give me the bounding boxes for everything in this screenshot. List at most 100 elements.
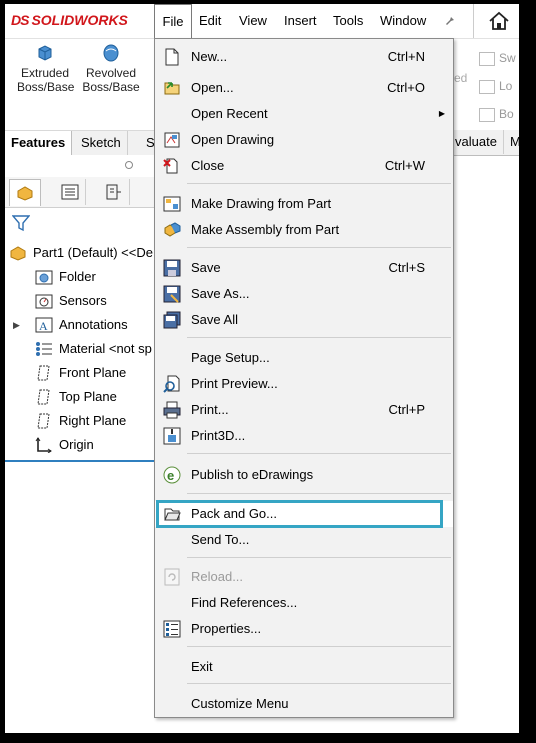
- menu-item-make-drawing[interactable]: Make Drawing from Part: [155, 191, 453, 217]
- part-icon: [10, 246, 26, 261]
- tab-propertymanager[interactable]: [55, 179, 86, 205]
- plane-icon: [37, 365, 50, 381]
- configuration-icon: [106, 184, 121, 200]
- menu-tools[interactable]: Tools: [333, 13, 363, 28]
- home-icon[interactable]: [488, 10, 510, 32]
- menu-item-make-assembly[interactable]: Make Assembly from Part: [155, 217, 453, 243]
- tree-item-top-plane[interactable]: Top Plane: [5, 385, 154, 409]
- save-icon: [163, 259, 181, 277]
- menu-file[interactable]: File: [154, 4, 192, 38]
- pack-and-go-highlight-box: [156, 500, 443, 528]
- tab-configurationmanager[interactable]: [99, 179, 130, 205]
- extruded-line1: Extruded: [20, 66, 70, 80]
- svg-text:e: e: [167, 468, 174, 483]
- menu-window[interactable]: Window: [380, 13, 426, 28]
- menu-item-label: Save: [191, 260, 221, 275]
- submenu-arrow-icon: ▶: [438, 109, 445, 118]
- make-assembly-icon: [164, 222, 181, 237]
- open-folder-icon: [164, 82, 180, 95]
- tree-item-label: Folder: [59, 269, 96, 284]
- expand-arrow-icon[interactable]: ▶: [13, 313, 20, 337]
- tree-item-origin[interactable]: Origin: [5, 433, 154, 457]
- menu-item-new[interactable]: New... Ctrl+N: [155, 44, 453, 70]
- menu-item-send-to[interactable]: Send To...: [155, 527, 453, 553]
- sw-fragment[interactable]: Sw: [479, 51, 516, 66]
- revolved-line2: Boss/Base: [82, 80, 140, 94]
- menu-item-label: Make Drawing from Part: [191, 196, 332, 211]
- property-manager-icon: [61, 184, 79, 200]
- menu-item-save-as[interactable]: Save As...: [155, 281, 453, 307]
- tab-more-fragment[interactable]: [145, 179, 154, 205]
- lo-fragment[interactable]: Lo: [479, 79, 512, 94]
- menu-item-shortcut: Ctrl+N: [387, 49, 425, 64]
- menu-edit[interactable]: Edit: [199, 13, 221, 28]
- tree-item-label: Right Plane: [59, 413, 127, 428]
- file-menu-dropdown: New... Ctrl+N Open... Ctrl+O Open Recent…: [154, 38, 454, 718]
- tab-m-fragment[interactable]: M: [503, 130, 519, 154]
- menu-item-label: Exit: [191, 659, 213, 674]
- tree-item-label: Material <not sp: [59, 341, 152, 356]
- tab-sketch[interactable]: Sketch: [75, 131, 128, 155]
- menu-separator: [187, 683, 451, 684]
- revolved-boss-button[interactable]: Revolved Boss/Base: [81, 43, 141, 94]
- menu-item-print-preview[interactable]: Print Preview...: [155, 371, 453, 397]
- menu-item-page-setup[interactable]: Page Setup...: [155, 345, 453, 371]
- menu-view[interactable]: View: [239, 13, 267, 28]
- tree-item-folder[interactable]: Folder: [5, 265, 154, 289]
- tree-item-label: Origin: [59, 437, 94, 452]
- menu-item-open[interactable]: Open... Ctrl+O: [155, 75, 453, 101]
- new-document-icon: [165, 48, 179, 66]
- tab-featuremanager[interactable]: [9, 179, 41, 206]
- tree-item-right-plane[interactable]: Right Plane: [5, 409, 154, 433]
- tree-item-sensors[interactable]: Sensors: [5, 289, 154, 313]
- menu-item-shortcut: Ctrl+W: [384, 158, 425, 173]
- menu-item-open-drawing[interactable]: Open Drawing: [155, 127, 453, 153]
- menu-item-label: Find References...: [191, 595, 298, 610]
- menu-item-label: Open Drawing: [191, 132, 275, 147]
- menu-separator: [187, 646, 451, 647]
- revolved-boss-icon: [103, 44, 119, 62]
- menu-item-reload[interactable]: Reload...: [155, 564, 453, 590]
- menu-item-save-all[interactable]: Save All: [155, 307, 453, 333]
- menu-item-print[interactable]: Print... Ctrl+P: [155, 397, 453, 423]
- menu-item-properties[interactable]: Properties...: [155, 616, 453, 642]
- tree-item-annotations[interactable]: ▶ A Annotations: [5, 313, 154, 337]
- folder-icon: [35, 270, 53, 285]
- menu-item-publish-edrawings[interactable]: e Publish to eDrawings: [155, 462, 453, 488]
- menu-separator: [187, 493, 451, 494]
- menu-item-save[interactable]: Save Ctrl+S: [155, 255, 453, 281]
- filter-icon[interactable]: [12, 214, 30, 232]
- menu-item-label: Reload...: [191, 569, 244, 584]
- tab-features[interactable]: Features: [5, 131, 73, 155]
- menu-item-label: Customize Menu: [191, 696, 289, 711]
- tab-evaluate[interactable]: valuate M: [454, 130, 519, 154]
- properties-icon: [163, 620, 181, 638]
- tab-evaluate-label: valuate: [455, 134, 497, 149]
- tree-item-label: Top Plane: [59, 389, 117, 404]
- menu-item-label: Open Recent: [191, 106, 268, 121]
- bo-fragment[interactable]: Bo: [479, 107, 514, 122]
- menu-item-open-recent[interactable]: Open Recent ▶: [155, 101, 453, 127]
- extruded-line2: Boss/Base: [17, 80, 75, 94]
- tree-item-front-plane[interactable]: Front Plane: [5, 361, 154, 385]
- extruded-boss-button[interactable]: Extruded Boss/Base: [17, 43, 75, 94]
- menu-item-label: Publish to eDrawings: [191, 467, 314, 482]
- menu-item-label: Print...: [191, 402, 229, 417]
- menu-separator: [187, 183, 451, 184]
- menu-item-print3d[interactable]: Print3D...: [155, 423, 453, 449]
- panel-splitter-handle[interactable]: [125, 161, 133, 169]
- menu-item-customize-menu[interactable]: Customize Menu: [155, 691, 453, 717]
- menu-item-exit[interactable]: Exit: [155, 654, 453, 680]
- edrawings-icon: e: [163, 466, 181, 484]
- tree-item-label: Part1 (Default) <<De: [33, 245, 153, 260]
- annotations-icon: A: [35, 317, 53, 333]
- tree-item-part[interactable]: Part1 (Default) <<De: [5, 241, 154, 265]
- pin-icon[interactable]: [444, 13, 458, 27]
- menu-item-find-references[interactable]: Find References...: [155, 590, 453, 616]
- menu-item-close[interactable]: Close Ctrl+W: [155, 153, 453, 179]
- menu-item-label: Properties...: [191, 621, 262, 636]
- plane-icon: [37, 389, 50, 405]
- menu-item-label: Save All: [191, 312, 238, 327]
- tree-item-material[interactable]: Material <not sp: [5, 337, 154, 361]
- menu-insert[interactable]: Insert: [284, 13, 317, 28]
